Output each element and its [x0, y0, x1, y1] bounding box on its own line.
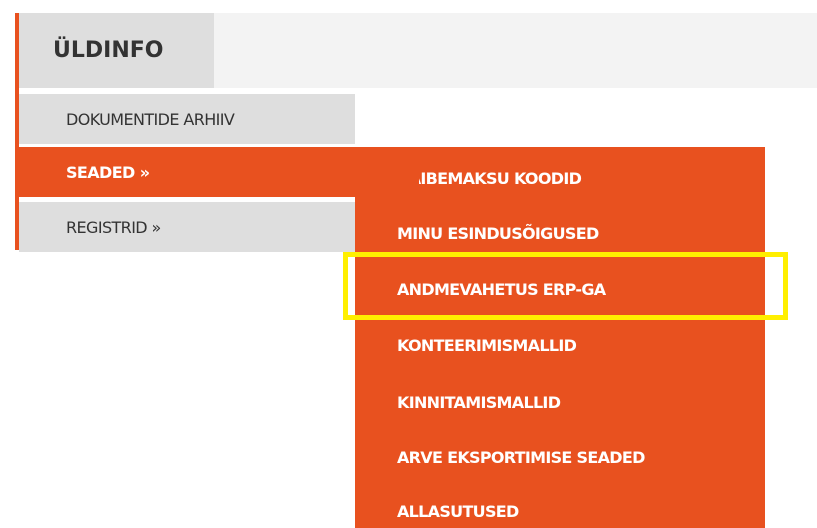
menu-item-label: SEADED »	[66, 162, 150, 182]
menu-item-seaded[interactable]: SEADED »	[19, 147, 419, 197]
tab-uldinfo[interactable]: ÜLDINFO	[19, 13, 214, 88]
menu-item-dokumentide-arhiiv[interactable]: DOKUMENTIDE ARHIIV	[19, 94, 355, 144]
menu-item-registrid[interactable]: REGISTRID »	[19, 202, 355, 252]
submenu-item-minu-esindusoigused[interactable]: MINU ESINDUSÕIGUSED	[397, 222, 599, 246]
settings-submenu: KÄIBEMAKSU KOODID MINU ESINDUSÕIGUSED AN…	[355, 147, 765, 528]
submenu-item-konteerimismallid[interactable]: KONTEERIMISMALLID	[397, 334, 577, 358]
submenu-item-andmevahetus-erp-ga[interactable]: ANDMEVAHETUS ERP-GA	[397, 278, 606, 302]
submenu-item-kaibemaksu-koodid[interactable]: KÄIBEMAKSU KOODID	[397, 167, 582, 191]
submenu-item-allasutused[interactable]: ALLASUTUSED	[397, 500, 519, 524]
menu-item-label: DOKUMENTIDE ARHIIV	[66, 109, 235, 129]
submenu-item-arve-eksportimise-seaded[interactable]: ARVE EKSPORTIMISE SEADED	[397, 446, 645, 470]
menu-item-label: REGISTRID »	[66, 217, 161, 237]
submenu-item-kinnitamismallid[interactable]: KINNITAMISMALLID	[397, 391, 561, 415]
